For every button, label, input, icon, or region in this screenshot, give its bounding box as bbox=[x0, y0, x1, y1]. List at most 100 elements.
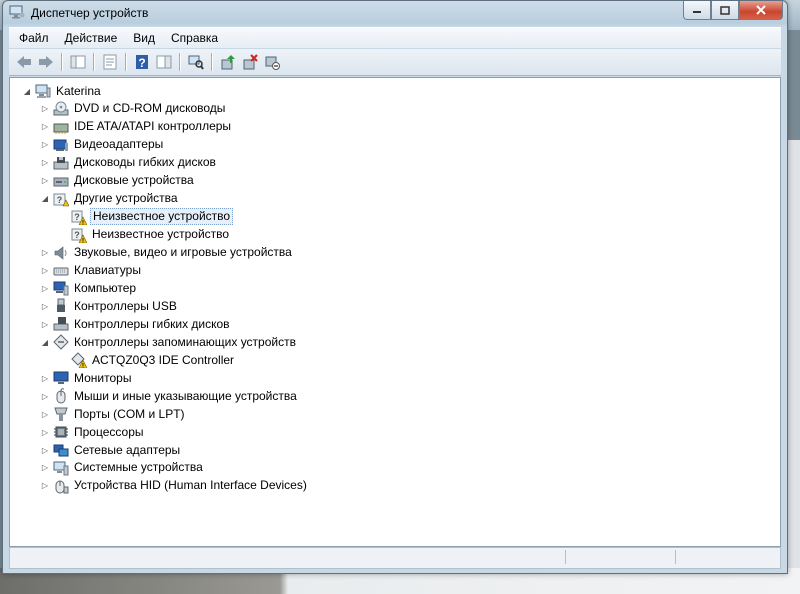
tree-node-label: Процессоры bbox=[74, 424, 144, 439]
properties-icon[interactable] bbox=[101, 53, 119, 71]
tree-node-label: Мыши и иные указывающие устройства bbox=[74, 388, 297, 403]
toolbar-separator bbox=[61, 53, 63, 71]
tree-node[interactable]: ▷ Устройства HID (Human Interface Devices… bbox=[40, 477, 309, 495]
tree-node[interactable]: ! ACTQZ0Q3 IDE Controller bbox=[58, 351, 236, 369]
ide-controller-icon bbox=[53, 119, 69, 135]
svg-text:!: ! bbox=[82, 220, 84, 225]
minimize-button[interactable] bbox=[683, 1, 711, 20]
expanded-triangle-icon[interactable]: ◢ bbox=[40, 194, 50, 203]
tree-node[interactable]: ▷ Контроллеры USB bbox=[40, 297, 179, 315]
collapsed-triangle-icon[interactable]: ▷ bbox=[40, 481, 50, 490]
menu-help[interactable]: Справка bbox=[163, 28, 226, 48]
menu-action[interactable]: Действие bbox=[57, 28, 126, 48]
collapsed-triangle-icon[interactable]: ▷ bbox=[40, 374, 50, 383]
toolbar-separator bbox=[93, 53, 95, 71]
tree-node[interactable]: ▷ Клавиатуры bbox=[40, 262, 143, 280]
tree-node[interactable]: ▷ Контроллеры гибких дисков bbox=[40, 315, 232, 333]
collapsed-triangle-icon[interactable]: ▷ bbox=[40, 266, 50, 275]
collapsed-triangle-icon[interactable]: ▷ bbox=[40, 284, 50, 293]
tree-node-label: Мониторы bbox=[74, 370, 132, 385]
floppy-controller-icon bbox=[53, 316, 69, 332]
collapsed-triangle-icon[interactable]: ▷ bbox=[40, 463, 50, 472]
tree-node[interactable]: ▷ IDE ATA/ATAPI контроллеры bbox=[40, 118, 233, 136]
back-icon[interactable] bbox=[15, 53, 33, 71]
tree-node-label: Сетевые адаптеры bbox=[74, 442, 181, 457]
action-pane-icon[interactable] bbox=[155, 53, 173, 71]
window-title: Диспетчер устройств bbox=[31, 6, 149, 20]
svg-text:?: ? bbox=[138, 56, 145, 70]
collapsed-triangle-icon[interactable]: ▷ bbox=[40, 446, 50, 455]
tree-node-label: Системные устройства bbox=[74, 460, 203, 475]
system-devices-icon bbox=[53, 460, 69, 476]
tree-root[interactable]: ◢ Katerina bbox=[22, 82, 103, 100]
collapsed-triangle-icon[interactable]: ▷ bbox=[40, 104, 50, 113]
tree-node[interactable]: ▷ Системные устройства bbox=[40, 459, 205, 477]
tree-node[interactable]: ▷ Звуковые, видео и игровые устройства bbox=[40, 244, 294, 262]
forward-icon[interactable] bbox=[37, 53, 55, 71]
tree-node[interactable]: ▷ Мыши и иные указывающие устройства bbox=[40, 387, 299, 405]
port-icon bbox=[53, 406, 69, 422]
tree-node[interactable]: ▷ Видеоадаптеры bbox=[40, 136, 165, 154]
svg-text:?: ? bbox=[74, 212, 80, 222]
storage-controller-warning-icon: ! bbox=[71, 352, 87, 369]
tree-node-label: Неизвестное устройство bbox=[90, 208, 234, 226]
show-hide-console-tree-icon[interactable] bbox=[69, 53, 87, 71]
tree-node-label: Звуковые, видео и игровые устройства bbox=[74, 245, 292, 260]
keyboard-icon bbox=[53, 263, 69, 279]
toolbar-separator bbox=[179, 53, 181, 71]
status-divider bbox=[565, 550, 566, 564]
tree-node-label: Другие устройства bbox=[74, 191, 178, 206]
menu-view[interactable]: Вид bbox=[125, 28, 163, 48]
collapsed-triangle-icon[interactable]: ▷ bbox=[40, 302, 50, 311]
tree-node[interactable]: ?! Неизвестное устройство bbox=[58, 226, 231, 244]
tree-node[interactable]: ▷ Сетевые адаптеры bbox=[40, 441, 182, 459]
tree-node[interactable]: ▷ DVD и CD-ROM дисководы bbox=[40, 100, 227, 118]
svg-text:!: ! bbox=[82, 238, 84, 243]
collapsed-triangle-icon[interactable]: ▷ bbox=[40, 428, 50, 437]
tree-node-label: Клавиатуры bbox=[74, 263, 141, 277]
svg-text:?: ? bbox=[57, 195, 63, 205]
tree-node[interactable]: ▷ Компьютер bbox=[40, 279, 138, 297]
menu-file[interactable]: Файл bbox=[9, 28, 57, 48]
expanded-triangle-icon[interactable]: ◢ bbox=[22, 87, 32, 96]
collapsed-triangle-icon[interactable]: ▷ bbox=[40, 410, 50, 419]
tree-node[interactable]: ▷ Мониторы bbox=[40, 369, 133, 387]
processor-icon bbox=[53, 424, 69, 440]
toolbar-separator bbox=[125, 53, 127, 71]
unknown-device-warning-icon: ?! bbox=[71, 209, 87, 225]
usb-icon bbox=[53, 298, 69, 314]
tree-node[interactable]: ◢? Другие устройства bbox=[40, 190, 180, 208]
tree-node[interactable]: ▷ Дисковые устройства bbox=[40, 172, 196, 190]
tree-node[interactable]: ?! Неизвестное устройство bbox=[58, 208, 234, 226]
expanded-triangle-icon[interactable]: ◢ bbox=[40, 338, 50, 347]
help-icon[interactable]: ? bbox=[133, 53, 151, 71]
toolbar-separator bbox=[211, 53, 213, 71]
collapsed-triangle-icon[interactable]: ▷ bbox=[40, 248, 50, 257]
desktop-background-right bbox=[786, 140, 800, 594]
disk-drive-icon bbox=[53, 173, 69, 189]
tree-node-label: Неизвестное устройство bbox=[92, 227, 230, 242]
tree-node[interactable]: ▷ Процессоры bbox=[40, 423, 146, 441]
collapsed-triangle-icon[interactable]: ▷ bbox=[40, 158, 50, 167]
device-tree[interactable]: ◢ Katerina ▷ DVD и CD-ROM дисководы ▷ IDE ATA… bbox=[9, 77, 781, 547]
collapsed-triangle-icon[interactable]: ▷ bbox=[40, 140, 50, 149]
svg-text:?: ? bbox=[74, 230, 80, 240]
tree-node[interactable]: ▷ Порты (COM и LPT) bbox=[40, 405, 187, 423]
collapsed-triangle-icon[interactable]: ▷ bbox=[40, 122, 50, 131]
unknown-device-warning-icon: ?! bbox=[71, 227, 87, 243]
tree-node[interactable]: ◢ Контроллеры запоминающих устройств bbox=[40, 333, 298, 351]
close-button[interactable] bbox=[739, 1, 783, 20]
collapsed-triangle-icon[interactable]: ▷ bbox=[40, 176, 50, 185]
title-bar[interactable]: Диспетчер устройств bbox=[3, 1, 787, 25]
tree-node[interactable]: ▷ Дисководы гибких дисков bbox=[40, 154, 218, 172]
uninstall-icon[interactable] bbox=[241, 53, 259, 71]
scan-hardware-icon[interactable] bbox=[187, 53, 205, 71]
maximize-button[interactable] bbox=[711, 1, 739, 20]
update-driver-icon[interactable] bbox=[219, 53, 237, 71]
collapsed-triangle-icon[interactable]: ▷ bbox=[40, 320, 50, 329]
tree-node-label: Дисковые устройства bbox=[74, 173, 194, 188]
collapsed-triangle-icon[interactable]: ▷ bbox=[40, 392, 50, 401]
display-adapter-icon bbox=[53, 137, 69, 153]
storage-controller-icon bbox=[53, 334, 69, 351]
disable-device-icon[interactable] bbox=[263, 53, 281, 71]
